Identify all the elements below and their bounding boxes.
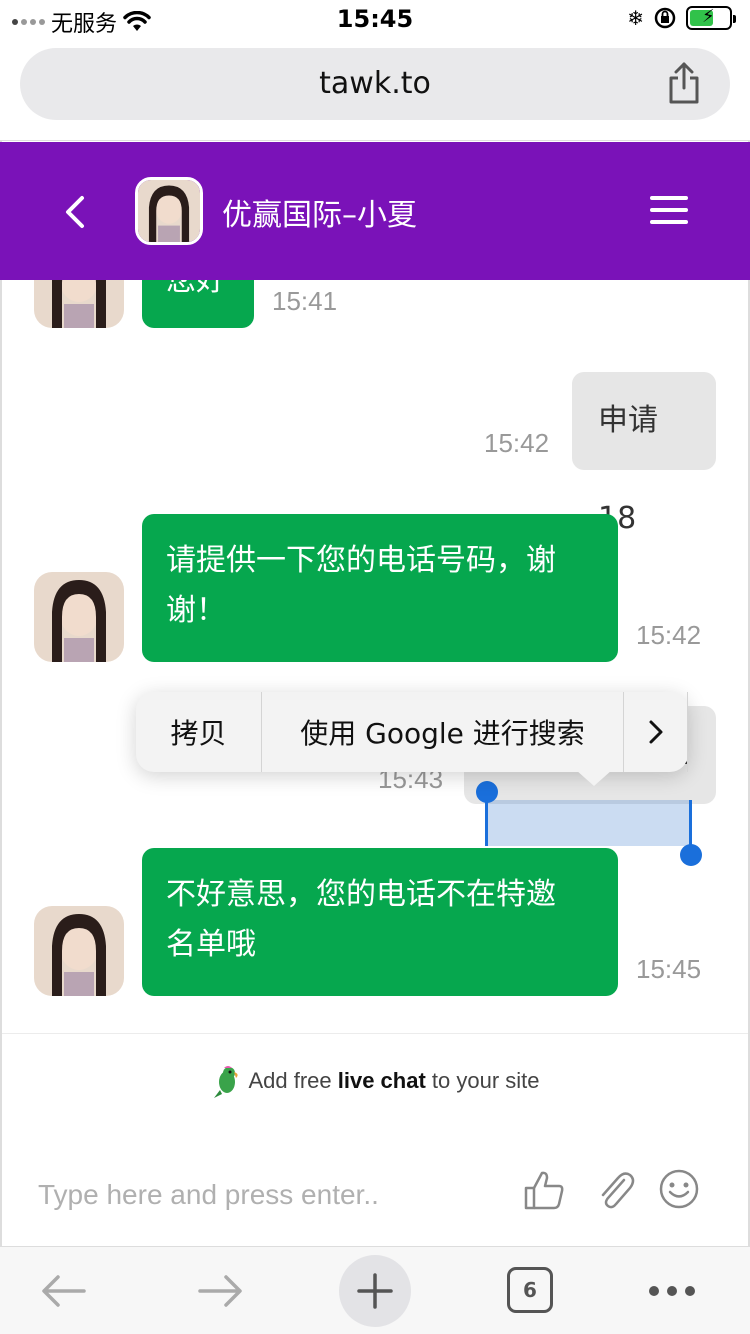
battery-icon: ⚡ (686, 6, 736, 30)
divider (2, 1033, 748, 1034)
status-bar: 无服务 15:45 ❄ ⚡ (0, 0, 750, 40)
copy-menu-item[interactable]: 拷贝 (136, 692, 262, 772)
tawk-parrot-icon (214, 1066, 239, 1098)
orientation-lock-icon (654, 7, 676, 29)
back-arrow-icon[interactable] (40, 1273, 88, 1309)
menu-icon[interactable] (650, 196, 688, 226)
message-input[interactable] (38, 1170, 508, 1220)
branding-link[interactable]: Add free live chat to your site (0, 1064, 750, 1100)
plus-icon (357, 1273, 393, 1309)
agent-avatar (34, 572, 124, 662)
snowflake-icon: ❄ (627, 6, 644, 30)
branding-suffix: to your site (425, 1067, 540, 1093)
new-tab-button[interactable] (339, 1255, 411, 1327)
text-selection (486, 800, 692, 846)
message-text-line: 请提供一下您的电话号码，谢 (166, 543, 556, 578)
more-menu-item[interactable] (624, 692, 688, 772)
message-text-line: 谢！ (166, 593, 226, 628)
forward-arrow-icon[interactable] (196, 1273, 244, 1309)
agent-message-bubble[interactable]: 请提供一下您的电话号码，谢 谢！ (142, 514, 618, 662)
agent-message-bubble[interactable]: 不好意思，您的电话不在特邀 名单哦 (142, 848, 618, 996)
message-time: 15:42 (484, 428, 550, 458)
message-text-line: 名单哦 (166, 927, 256, 962)
tab-switcher-button[interactable]: 6 (507, 1267, 553, 1313)
agent-header-avatar (135, 177, 203, 245)
back-chevron-icon[interactable] (60, 192, 90, 232)
chat-title: 优赢国际–小夏 (222, 198, 417, 233)
more-dots-icon[interactable] (648, 1285, 696, 1297)
google-search-menu-item[interactable]: 使用 Google 进行搜索 (262, 692, 624, 772)
visitor-message-bubble[interactable]: 申请18 (572, 372, 716, 536)
selection-start-knob[interactable] (476, 781, 498, 803)
context-menu: 拷贝 使用 Google 进行搜索 (136, 692, 688, 786)
message-time: 15:41 (272, 286, 338, 316)
chevron-right-icon (649, 720, 662, 744)
message-time: 15:42 (636, 620, 702, 650)
emoji-icon[interactable] (657, 1167, 701, 1211)
agent-avatar (34, 906, 124, 996)
selection-end-knob[interactable] (680, 844, 702, 866)
browser-toolbar: 6 (0, 1246, 750, 1334)
url-text[interactable]: tawk.to (20, 66, 730, 101)
address-bar[interactable]: tawk.to (20, 48, 730, 120)
message-text-line: 不好意思，您的电话不在特邀 (166, 877, 556, 912)
branding-prefix: Add free (248, 1067, 338, 1093)
branding-bold: live chat (337, 1067, 426, 1093)
context-menu-pointer (576, 770, 612, 786)
thumbs-up-icon[interactable] (522, 1168, 566, 1212)
message-time: 15:45 (636, 954, 702, 984)
share-icon[interactable] (666, 62, 702, 104)
paperclip-icon[interactable] (594, 1168, 638, 1212)
chat-header: 优赢国际–小夏 (0, 142, 750, 280)
